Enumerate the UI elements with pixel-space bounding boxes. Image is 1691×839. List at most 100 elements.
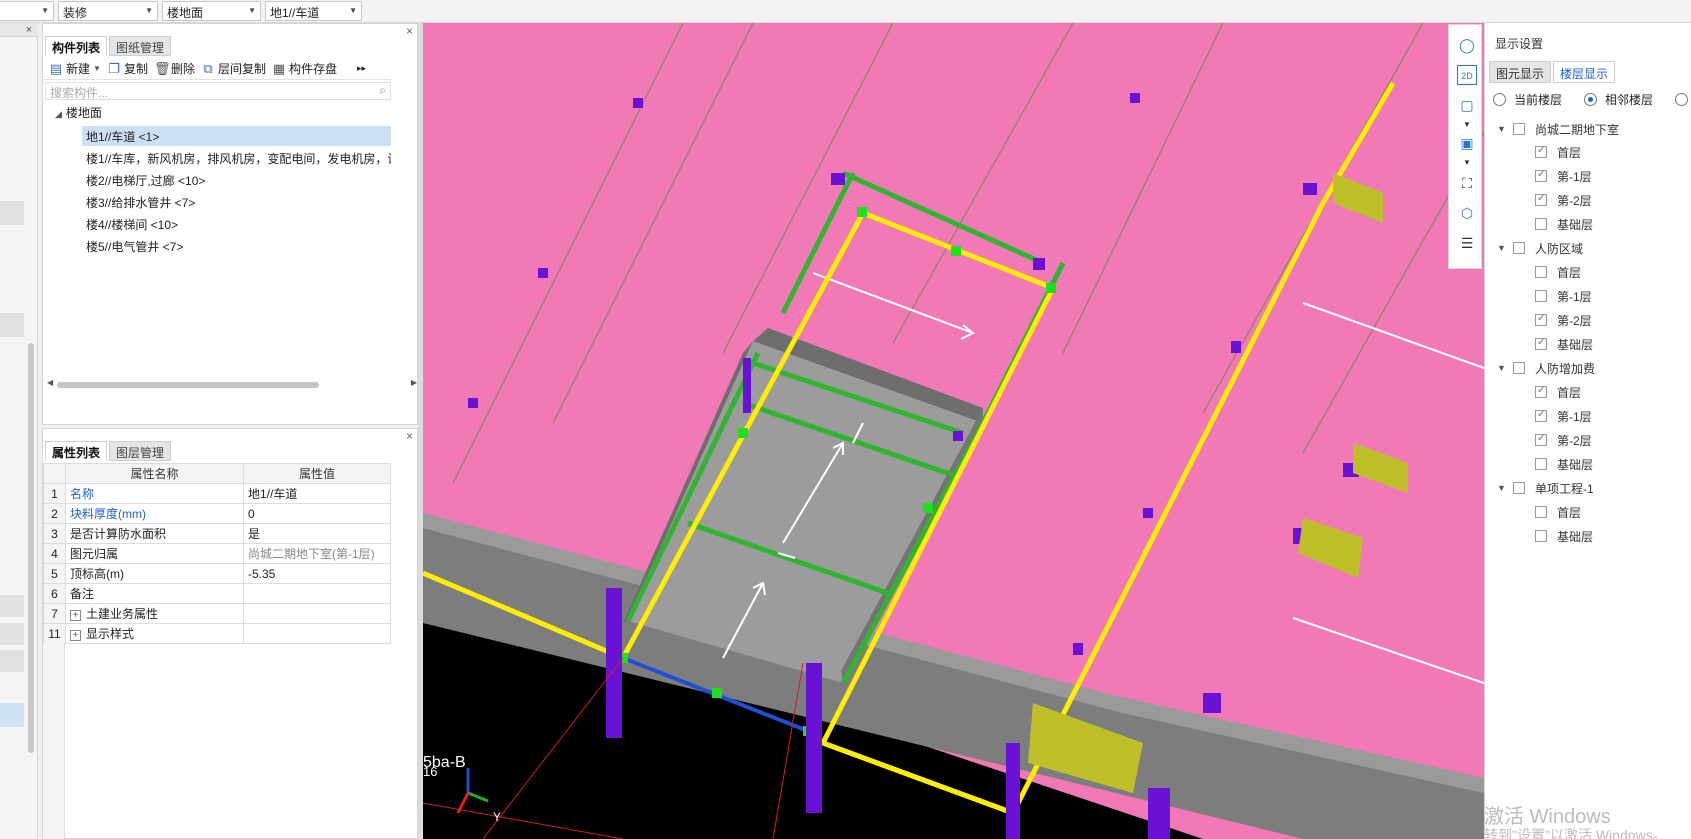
radio-circle[interactable] [1493,93,1506,106]
checkbox[interactable] [1535,337,1547,350]
checkbox[interactable] [1535,506,1547,518]
tree-item[interactable]: 楼2//电梯厅,过廊 <10> [82,170,391,190]
radio-circle[interactable] [1675,93,1689,106]
floor-item[interactable]: 第-2层 [1535,430,1592,450]
table-row[interactable]: 1 名称 地1//车道 [43,483,391,504]
radio-all-floors[interactable] [1675,91,1691,108]
checkbox[interactable] [1535,458,1547,470]
save-component-button[interactable]: ▦ 构件存盘 [272,60,337,77]
expand-icon[interactable]: + [70,630,81,641]
floor-item[interactable]: 第-2层 [1535,310,1592,330]
scroll-right-icon[interactable]: ▶ [411,378,417,387]
floor-item[interactable]: 首层 [1535,262,1581,282]
radio-circle[interactable] [1584,93,1598,106]
expand-icon[interactable]: + [70,610,81,621]
caret-down-icon[interactable]: ▼ [1497,124,1507,134]
chevron-down-icon[interactable]: ▼ [1457,153,1477,173]
table-row[interactable]: 5 顶标高(m) -5.35 [43,563,391,584]
strip-item[interactable] [0,201,24,225]
checkbox[interactable] [1535,193,1547,206]
floor-group[interactable]: ▼ 人防增加费 [1497,358,1595,378]
floor-item[interactable]: 首层 [1535,502,1581,522]
copy-button[interactable]: ❐ 复制 [107,60,148,77]
property-value[interactable]: -5.35 [243,563,391,584]
horizontal-scrollbar[interactable]: ◀ ▶ [47,378,417,389]
scroll-left-icon[interactable]: ◀ [47,378,53,387]
floor-group[interactable]: ▼ 尚城二期地下室 [1497,119,1619,139]
tree-root[interactable]: ◢ 楼地面 [55,104,102,121]
checkbox[interactable] [1535,409,1547,422]
checkbox[interactable] [1535,145,1547,158]
tree-item[interactable]: 地1//车道 <1> [82,126,391,146]
floor-item[interactable]: 首层 [1535,142,1581,162]
close-icon[interactable]: × [406,24,413,38]
caret-down-icon[interactable]: ▼ [1497,363,1507,373]
tab-layer-management[interactable]: 图层管理 [109,441,172,461]
tab-drawing-management[interactable]: 图纸管理 [109,36,172,56]
cube-icon[interactable]: ▣ [1457,133,1477,153]
radio-current-floor[interactable]: 当前楼层 [1493,91,1562,108]
floor-item[interactable]: 第-2层 [1535,190,1592,210]
type-combo[interactable]: 装修 ▼ [58,1,158,21]
display-settings-icon[interactable]: ☰ [1457,233,1477,253]
checkbox[interactable] [1535,313,1547,326]
scroll-thumb[interactable] [57,382,319,388]
checkbox[interactable] [1535,266,1547,278]
floor-item[interactable]: 基础层 [1535,334,1593,354]
property-value[interactable]: 是 [243,523,391,544]
close-icon[interactable]: × [406,429,413,443]
floor-item[interactable]: 第-1层 [1535,166,1592,186]
search-icon[interactable]: ⌕ [379,83,386,98]
orbit-icon[interactable]: ◯ [1457,35,1477,55]
floor-item[interactable]: 基础层 [1535,454,1593,474]
tab-property-list[interactable]: 属性列表 [45,441,108,461]
strip-item[interactable] [0,650,24,672]
property-value[interactable]: 地1//车道 [243,483,391,504]
floor-group[interactable]: ▼ 人防区域 [1497,238,1583,258]
property-value[interactable]: 0 [243,503,391,524]
floor-copy-button[interactable]: ⧉ 层间复制 [201,60,266,77]
tree-item[interactable]: 楼5//电气管井 <7> [82,236,391,256]
tab-element-display[interactable]: 图元显示 [1489,61,1552,83]
checkbox[interactable] [1513,242,1525,254]
delete-button[interactable]: 🗑 删除 [154,60,195,77]
strip-item[interactable] [0,595,24,617]
tab-component-list[interactable]: 构件列表 [45,36,108,56]
component-combo[interactable]: 地1//车道 ▼ [265,1,362,21]
chevron-down-icon[interactable]: ▼ [1457,115,1477,135]
checkbox[interactable] [1535,169,1547,182]
more-icon[interactable]: ▸▸ [357,63,366,74]
component-search-input[interactable]: 搜索构件... ⌕ [45,82,391,100]
tree-item[interactable]: 楼4//楼梯间 <10> [82,214,391,234]
tree-item[interactable]: 楼3//给排水管井 <7> [82,192,391,212]
strip-scrollbar[interactable] [28,343,34,753]
strip-item-selected[interactable] [0,703,24,727]
checkbox[interactable] [1535,385,1547,398]
table-row[interactable]: 6 备注 [43,583,391,604]
checkbox[interactable] [1535,218,1547,230]
tree-item[interactable]: 楼1//车库，新风机房，排风机房，变配电间，发电机房，设备 [82,148,391,168]
caret-down-icon[interactable]: ▼ [1497,483,1507,493]
checkbox[interactable] [1535,530,1547,542]
strip-item[interactable] [0,623,24,645]
chevron-down-icon[interactable]: ▼ [93,64,101,73]
close-icon[interactable]: × [22,23,36,37]
checkbox[interactable] [1513,123,1525,135]
radio-adjacent-floor[interactable]: 相邻楼层 [1584,91,1653,108]
floor-group[interactable]: ▼ 单项工程-1 [1497,478,1594,498]
tab-floor-display[interactable]: 楼层显示 [1553,61,1616,83]
table-row[interactable]: 7 + 土建业务属性 [43,603,391,624]
subtype-combo[interactable]: 楼地面 ▼ [162,1,261,21]
floor-item[interactable]: 第-1层 [1535,406,1592,426]
floor-item[interactable]: 首层 [1535,382,1581,402]
checkbox[interactable] [1513,482,1525,494]
floor-item[interactable]: 基础层 [1535,214,1593,234]
floor-item[interactable]: 第-1层 [1535,286,1592,306]
table-row[interactable]: 4 图元归属 尚城二期地下室(第-1层) [43,543,391,564]
table-row[interactable]: 11 + 显示样式 [43,623,391,644]
property-group[interactable]: + 显示样式 [65,623,244,644]
new-button[interactable]: ▤ 新建 ▼ [49,60,101,77]
caret-down-icon[interactable]: ◢ [55,109,62,119]
checkbox[interactable] [1513,362,1525,374]
select-layer-icon[interactable]: ⬡ [1457,203,1477,223]
